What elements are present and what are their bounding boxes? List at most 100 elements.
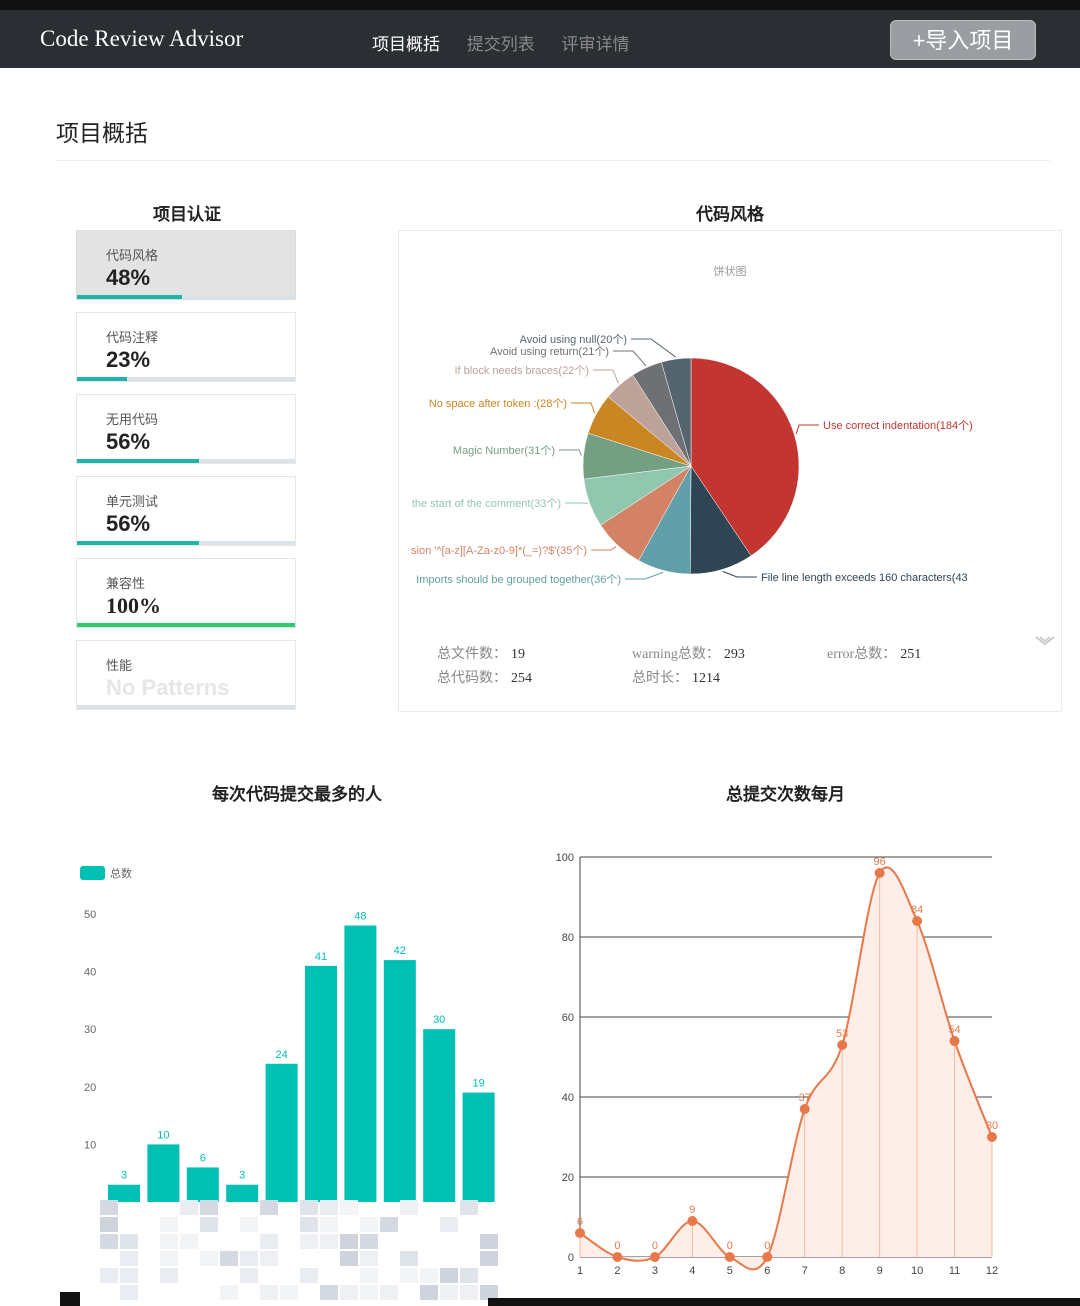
line-point (575, 1228, 585, 1238)
code-style-title: 代码风格 (696, 205, 764, 224)
cert-card-code-comments[interactable]: 代码注释 23% (76, 312, 296, 382)
cert-label: 兼容性 (106, 576, 146, 591)
x-tick-label: 10 (911, 1265, 923, 1277)
stat-value: 254 (511, 671, 532, 686)
progress-fill (77, 623, 295, 627)
bar (423, 1029, 456, 1202)
redacted-pixel (340, 1234, 358, 1249)
pie-label-line (559, 449, 582, 456)
stat-total-errors: error总数： 251 (827, 643, 921, 663)
legend-label: 总数 (110, 866, 132, 880)
redacted-pixel (340, 1200, 358, 1215)
y-tick-label: 40 (84, 967, 96, 979)
pie-label: the start of the comment(33个) (412, 497, 561, 510)
stat-label: 总时长： (632, 671, 688, 686)
redacted-pixel (100, 1200, 118, 1215)
tab-commit-list[interactable]: 提交列表 (467, 35, 535, 54)
stat-label: error总数： (827, 647, 897, 662)
point-value-label: 84 (911, 904, 923, 916)
redacted-pixel (260, 1234, 278, 1249)
redacted-pixel (280, 1285, 298, 1300)
y-tick-label: 10 (84, 1139, 96, 1151)
line-point (912, 916, 923, 926)
pie-label: Use correct indentation(184个) (823, 419, 973, 432)
redacted-pixel (200, 1200, 218, 1215)
cert-value: 48% (106, 265, 151, 290)
redacted-pixel (160, 1251, 178, 1266)
pie-label: Imports should be grouped together(36个) (416, 573, 621, 586)
committers-bar-chart: 总数 10 20 30 40 50 3 10 6 3 24 41 48 42 30 19 (80, 866, 495, 1202)
bar-value-label: 19 (472, 1078, 484, 1090)
bar (344, 925, 377, 1202)
cert-value: 23% (106, 347, 151, 372)
chevron-down-icon[interactable] (1034, 634, 1056, 650)
x-tick-label: 3 (652, 1265, 658, 1277)
redacted-pixel (200, 1217, 218, 1232)
redacted-pixel (360, 1234, 378, 1249)
redacted-pixel (400, 1200, 418, 1215)
stat-label: warning总数： (632, 647, 720, 662)
app-brand[interactable]: Code Review Advisor (40, 26, 243, 52)
cert-card-dead-code[interactable]: 无用代码 56% (76, 394, 296, 464)
bar (383, 960, 416, 1202)
redacted-pixel (240, 1268, 258, 1283)
cert-value: 56% (106, 511, 151, 536)
cert-label: 单元测试 (106, 494, 159, 509)
bar (186, 1167, 219, 1202)
redacted-pixel (240, 1251, 258, 1266)
redacted-pixel (240, 1217, 258, 1232)
cert-label: 代码风格 (106, 248, 159, 263)
redacted-pixel (460, 1268, 478, 1283)
pie-label-line (571, 402, 596, 414)
progress-track (77, 295, 295, 299)
bar-value-label: 3 (239, 1170, 245, 1182)
pie-label: Avoid using null(20个) (520, 333, 627, 346)
redacted-pixel (360, 1251, 378, 1266)
y-tick-label: 100 (556, 852, 574, 864)
cert-card-performance[interactable]: 性能 No Patterns (76, 640, 296, 710)
cert-card-compatibility[interactable]: 兼容性 100% (76, 558, 296, 628)
y-tick-label: 20 (84, 1082, 96, 1094)
tab-project-overview[interactable]: 项目概括 (372, 35, 440, 54)
point-value-label: 0 (764, 1240, 770, 1252)
redacted-pixel (400, 1268, 418, 1283)
redacted-pixel (160, 1234, 178, 1249)
pie-label-line (593, 369, 619, 384)
x-tick-label: 6 (764, 1265, 770, 1277)
import-project-button[interactable]: +导入项目 (890, 20, 1036, 60)
pie-label-line (795, 424, 819, 435)
point-value-label: 0 (727, 1240, 733, 1252)
redacted-pixel (480, 1251, 498, 1266)
line-point (874, 868, 885, 878)
point-value-label: 0 (614, 1240, 620, 1252)
stat-value: 293 (723, 647, 745, 662)
x-tick-label: 9 (877, 1265, 883, 1277)
point-value-label: 53 (836, 1028, 848, 1040)
stat-total-files: 总文件数： 19 (437, 643, 525, 663)
pie-label-line (631, 338, 677, 358)
x-tick-label: 1 (577, 1265, 583, 1277)
bar (226, 1184, 259, 1202)
bar-value-label: 42 (394, 945, 406, 957)
bar-value-label: 30 (433, 1014, 445, 1026)
tab-review-details[interactable]: 评审详情 (561, 35, 629, 54)
progress-track (77, 377, 295, 381)
bottom-edge-bar (488, 1298, 1080, 1306)
pie-label: No space after token :(28个) (429, 397, 567, 410)
redacted-pixel (460, 1285, 478, 1300)
bar (462, 1092, 495, 1202)
cert-card-code-style[interactable]: 代码风格 48% (76, 230, 296, 300)
redacted-pixel (340, 1285, 358, 1300)
stat-value: 1214 (692, 671, 720, 686)
bar-value-label: 41 (315, 951, 327, 963)
pie-label-line (565, 502, 588, 505)
redacted-pixel (260, 1251, 278, 1266)
title-divider (56, 160, 1050, 161)
redacted-pixel (100, 1268, 118, 1283)
cert-card-unit-tests[interactable]: 单元测试 56% (76, 476, 296, 546)
progress-fill (77, 541, 200, 545)
point-value-label: 37 (799, 1092, 811, 1104)
redacted-pixel (300, 1234, 318, 1249)
line-point (987, 1132, 997, 1142)
bar-value-label: 6 (200, 1152, 206, 1164)
